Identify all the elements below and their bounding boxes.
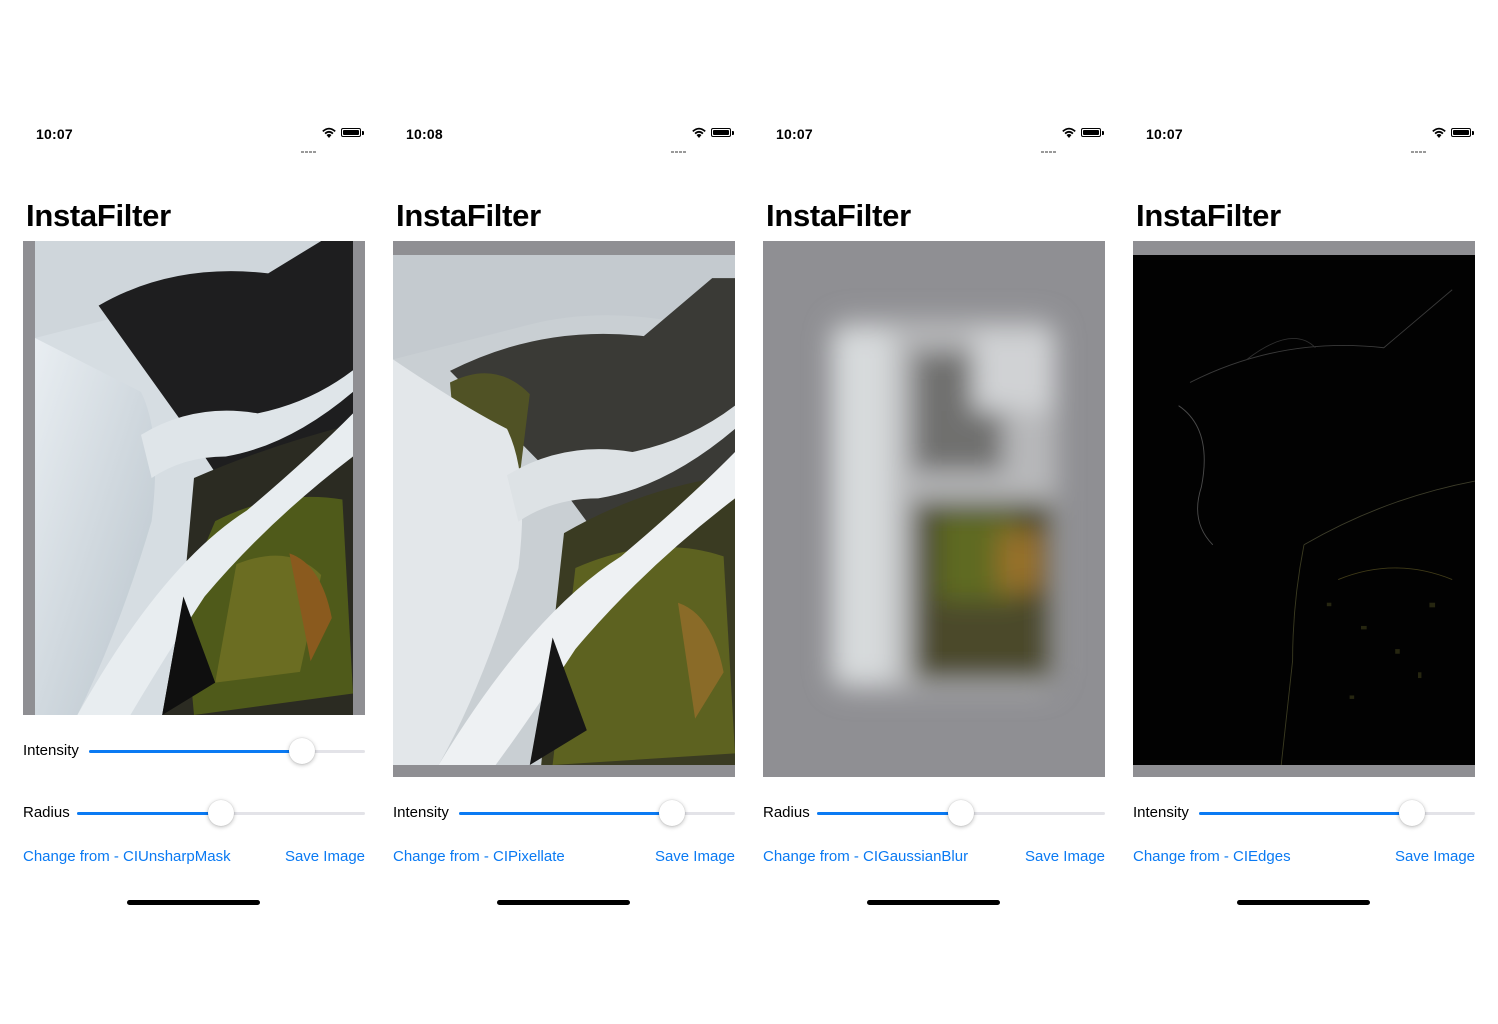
change-filter-button[interactable]: Change from - CIGaussianBlur — [763, 848, 968, 865]
radius-slider[interactable] — [77, 800, 365, 826]
intensity-label: Intensity — [393, 804, 449, 821]
nav-title: InstaFilter — [1136, 198, 1281, 233]
wifi-icon — [322, 127, 336, 138]
cellular-signal-icon — [301, 135, 317, 153]
image-container[interactable] — [763, 241, 1105, 777]
intensity-slider-row: Intensity — [1133, 798, 1475, 828]
intensity-label: Intensity — [1133, 804, 1189, 821]
intensity-slider-row: Intensity — [23, 736, 365, 766]
toolbar: Change from - CIPixellate Save Image — [393, 848, 735, 868]
change-filter-button[interactable]: Change from - CIUnsharpMask — [23, 848, 231, 865]
radius-slider-row: Radius — [23, 798, 365, 828]
radius-slider[interactable] — [817, 800, 1105, 826]
image-container[interactable] — [23, 241, 365, 715]
filtered-image — [35, 241, 353, 715]
filtered-image — [1133, 255, 1475, 765]
home-indicator — [867, 900, 1000, 905]
wifi-icon — [1062, 127, 1076, 138]
screen-gaussian-blur: 10:07 InstaFilter Radius Change from - C… — [763, 0, 1105, 1024]
intensity-label: Intensity — [23, 742, 79, 759]
change-filter-button[interactable]: Change from - CIEdges — [1133, 848, 1291, 865]
radius-label: Radius — [763, 804, 810, 821]
save-image-button[interactable]: Save Image — [1025, 848, 1105, 865]
radius-label: Radius — [23, 804, 70, 821]
save-image-button[interactable]: Save Image — [655, 848, 735, 865]
intensity-slider-row: Intensity — [393, 798, 735, 828]
nav-title: InstaFilter — [396, 198, 541, 233]
filtered-image — [393, 255, 735, 765]
status-time: 10:07 — [1146, 126, 1183, 142]
battery-icon — [1081, 128, 1101, 137]
slider-thumb[interactable] — [948, 800, 974, 826]
image-container[interactable] — [1133, 241, 1475, 777]
toolbar: Change from - CIGaussianBlur Save Image — [763, 848, 1105, 868]
slider-thumb[interactable] — [658, 800, 685, 826]
battery-icon — [1451, 128, 1471, 137]
battery-icon — [341, 128, 361, 137]
intensity-slider[interactable] — [89, 738, 365, 764]
status-icons — [301, 126, 365, 153]
intensity-slider[interactable] — [459, 800, 735, 826]
slider-fill — [89, 750, 302, 753]
intensity-slider[interactable] — [1199, 800, 1475, 826]
slider-thumb[interactable] — [208, 800, 234, 826]
wifi-icon — [1432, 127, 1446, 138]
slider-fill — [459, 812, 672, 815]
nav-title: InstaFilter — [766, 198, 911, 233]
cellular-signal-icon — [1041, 135, 1057, 153]
home-indicator — [127, 900, 260, 905]
slider-thumb[interactable] — [1398, 800, 1425, 826]
screen-unsharp-mask: 10:07 InstaFilter Intensity Radius Chang… — [23, 0, 365, 1024]
toolbar: Change from - CIUnsharpMask Save Image — [23, 848, 365, 868]
home-indicator — [1237, 900, 1370, 905]
cellular-signal-icon — [1411, 135, 1427, 153]
nav-title: InstaFilter — [26, 198, 171, 233]
image-container[interactable] — [393, 241, 735, 777]
status-time: 10:08 — [406, 126, 443, 142]
slider-fill — [817, 812, 961, 815]
home-indicator — [497, 900, 630, 905]
change-filter-button[interactable]: Change from - CIPixellate — [393, 848, 565, 865]
status-time: 10:07 — [36, 126, 73, 142]
status-time: 10:07 — [776, 126, 813, 142]
filtered-image — [763, 241, 1105, 777]
cellular-signal-icon — [671, 135, 687, 153]
save-image-button[interactable]: Save Image — [285, 848, 365, 865]
slider-fill — [77, 812, 221, 815]
radius-slider-row: Radius — [763, 798, 1105, 828]
slider-fill — [1199, 812, 1412, 815]
status-icons — [1041, 126, 1105, 153]
battery-icon — [711, 128, 731, 137]
wifi-icon — [692, 127, 706, 138]
status-icons — [1411, 126, 1475, 153]
screen-pixellate: 10:08 InstaFilter Intensity Change from … — [393, 0, 735, 1024]
toolbar: Change from - CIEdges Save Image — [1133, 848, 1475, 868]
slider-thumb[interactable] — [288, 738, 315, 764]
save-image-button[interactable]: Save Image — [1395, 848, 1475, 865]
status-icons — [671, 126, 735, 153]
screen-edges: 10:07 InstaFilter Intensity Change from … — [1133, 0, 1475, 1024]
